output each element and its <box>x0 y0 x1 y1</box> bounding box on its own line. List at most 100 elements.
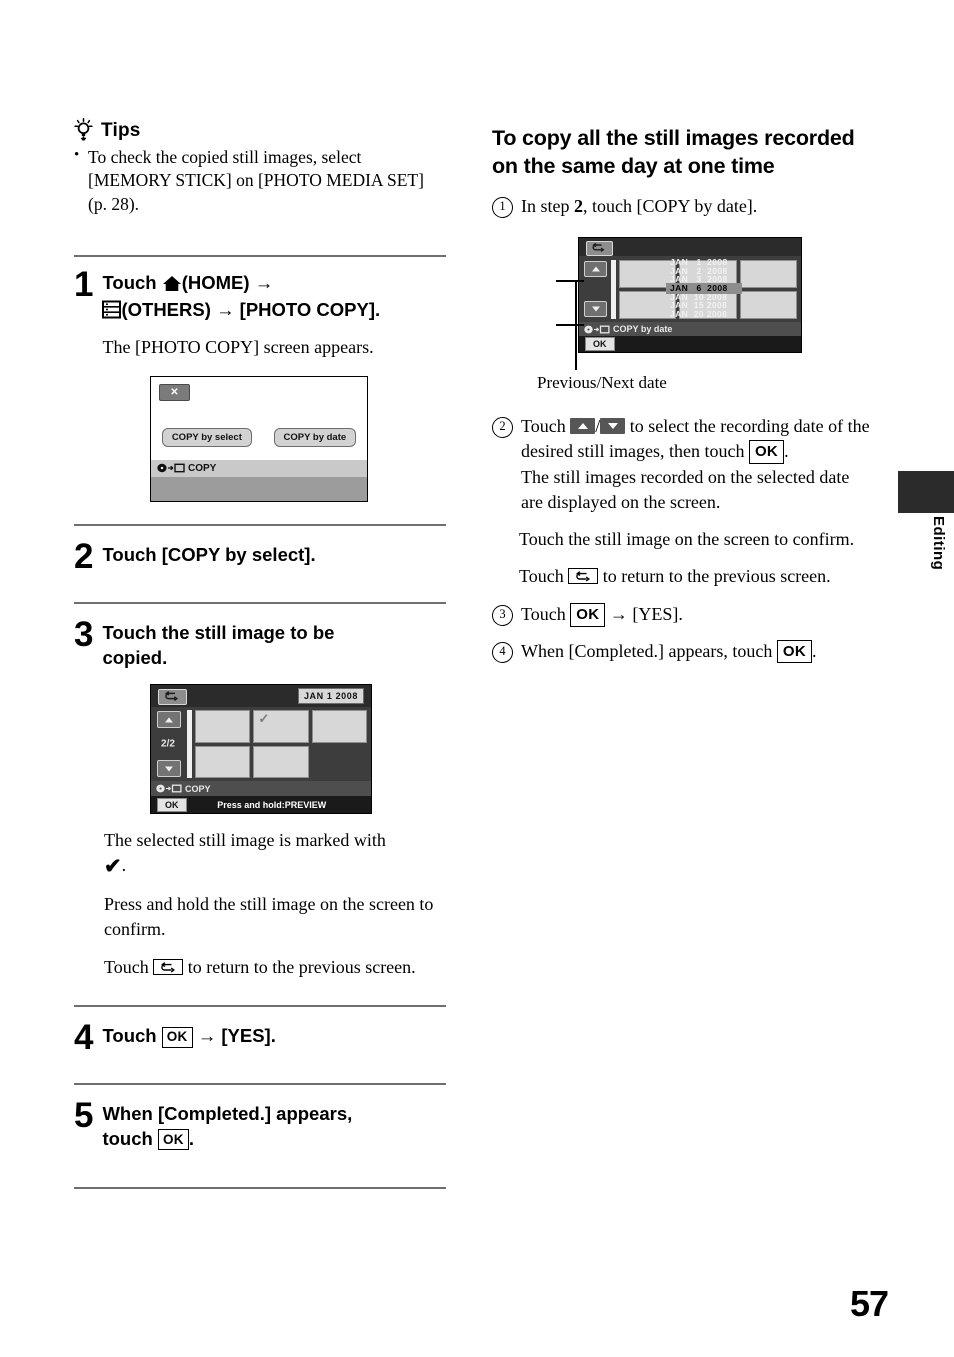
right-item-1-post: , touch [COPY by date]. <box>583 196 758 217</box>
step-3-para-2: Press and hold the still image on the sc… <box>104 893 434 939</box>
right-item-3-post: [YES]. <box>632 604 683 625</box>
step-5-heading: When [Completed.] appears, touch OK. <box>102 1102 446 1151</box>
arrow-glyph-2: → <box>216 299 235 321</box>
tips-header: Tips <box>74 118 446 142</box>
thumbnail-cell[interactable] <box>739 260 797 289</box>
section-heading-line2: on the same day at one time <box>492 153 775 178</box>
ok-button-glyph: OK <box>161 1026 193 1048</box>
others-icon <box>102 300 122 325</box>
section-divider-6 <box>74 1187 446 1190</box>
screen-thumbnail-grid: JAN 1 2008 2/2 ✓ COPY OK Press and hold:… <box>150 684 372 815</box>
right-item-2-text: Touch / to select the recording date of … <box>521 414 870 515</box>
right-item-3: 3 Touch OK → [YES]. <box>492 602 870 627</box>
circled-number: 4 <box>492 641 513 663</box>
circled-number: 3 <box>492 605 513 627</box>
right-item-2-dot: . <box>784 441 789 462</box>
right-item-1: 1 In step 2, touch [COPY by date]. <box>492 194 870 219</box>
step-number: 5 <box>74 1096 94 1136</box>
triangle-up-icon[interactable] <box>584 261 607 278</box>
screen-photo-copy-statusbar: COPY <box>151 459 367 477</box>
ok-button-glyph: OK <box>748 440 785 464</box>
ok-button[interactable]: OK <box>585 337 615 352</box>
step-1-description: The [PHOTO COPY] screen appears. <box>102 336 374 357</box>
triangle-down-icon[interactable] <box>584 301 607 318</box>
circled-number: 1 <box>492 197 513 219</box>
leader-line-up <box>556 280 584 283</box>
step-2: 2 Touch [COPY by select]. <box>74 539 446 574</box>
arrow-glyph: → <box>254 271 274 293</box>
screen-grid-statusbar: COPY <box>151 781 371 797</box>
step-3-para-3: Touch to return to the previous screen. <box>104 955 446 980</box>
thumbnail-cell[interactable] <box>195 710 251 743</box>
right-item-3-text: Touch OK → [YES]. <box>521 602 870 627</box>
page-indicator: 2/2 <box>161 738 175 750</box>
screen-grid-status-label: COPY <box>185 783 211 794</box>
date-badge: JAN 1 2008 <box>297 688 364 705</box>
step-number: 4 <box>74 1018 94 1058</box>
circled-number: 2 <box>492 417 513 439</box>
step-1-touch-label: Touch <box>102 271 162 293</box>
copy-by-select-button[interactable]: COPY by select <box>161 427 252 447</box>
side-tab-label: Editing <box>930 516 947 571</box>
thumbnail-cell[interactable] <box>311 710 367 743</box>
copy-by-date-button[interactable]: COPY by date <box>273 427 357 447</box>
thumbnail-cell-selected[interactable]: ✓ <box>253 710 309 743</box>
screen-grid-left-rail: 2/2 <box>151 707 185 781</box>
preview-hint-label: Press and hold:PREVIEW <box>217 799 327 810</box>
step-5-line2-pre: touch <box>102 1127 158 1149</box>
right-item-4-pre: When [Completed.] appears, touch <box>521 640 777 661</box>
right-item-4-text: When [Completed.] appears, touch OK. <box>521 639 870 664</box>
ok-button-glyph: OK <box>776 639 813 664</box>
step-4-post: [YES]. <box>221 1025 276 1047</box>
step-3-heading: Touch the still image to be copied. <box>102 621 446 670</box>
screen-date-left-rail <box>579 256 609 323</box>
step-5-line2-post: . <box>188 1127 194 1149</box>
ok-button[interactable]: OK <box>157 797 187 812</box>
scrollbar[interactable] <box>187 710 192 779</box>
thumbnail-cell-empty <box>312 746 367 779</box>
return-icon[interactable] <box>158 689 187 706</box>
screen-date-statusbar: COPY by date <box>579 322 801 337</box>
right-item-3-pre: Touch <box>521 604 571 625</box>
step-1-photocopy-label: [PHOTO COPY]. <box>239 299 381 321</box>
step-3-para-3-post: to return to the previous screen. <box>183 957 416 978</box>
arrow-glyph: → <box>609 604 628 625</box>
right-para-return-pre: Touch <box>519 566 569 587</box>
thumbnail-cell[interactable] <box>195 745 251 779</box>
lightbulb-icon <box>74 118 93 142</box>
section-heading-line1: To copy all the still images recorded <box>492 126 855 150</box>
step-4-pre: Touch <box>102 1025 162 1047</box>
screen-photo-copy-footer <box>151 476 367 501</box>
disc-to-memorystick-icon <box>157 463 185 473</box>
screen-copy-by-date: JAN 1 2008 JAN 2 2008 JAN 3 2008 JAN 6 2… <box>578 237 802 354</box>
disc-to-memorystick-icon <box>584 325 610 334</box>
date-list-item[interactable]: JAN 20 2008 <box>667 310 741 319</box>
leader-line-down <box>556 324 584 327</box>
screen-grid-bottombar: OK Press and hold:PREVIEW <box>151 796 371 814</box>
side-tab-block <box>898 471 954 513</box>
return-icon[interactable] <box>586 241 613 257</box>
return-icon <box>153 959 184 976</box>
step-1-heading: Touch (HOME) → (OTHERS) → [PHOTO COPY]. <box>102 271 446 326</box>
section-divider-4 <box>74 1005 446 1008</box>
thumbnail-cell[interactable] <box>253 745 309 779</box>
thumbnail-cell[interactable] <box>739 291 797 320</box>
right-para-confirm: Touch the still image on the screen to c… <box>519 528 855 549</box>
triangle-down-icon[interactable] <box>157 760 181 778</box>
step-3: 3 Touch the still image to be copied. <box>74 617 446 670</box>
right-item-4: 4 When [Completed.] appears, touch OK. <box>492 639 870 664</box>
ok-button-glyph: OK <box>157 1129 189 1151</box>
right-item-1-text: In step 2, touch [COPY by date]. <box>521 194 870 219</box>
step-5: 5 When [Completed.] appears, touch OK. <box>74 1096 446 1151</box>
screen-date-status-label: COPY by date <box>613 324 673 335</box>
screen-date-bottombar: OK <box>579 336 801 353</box>
triangle-up-icon <box>570 418 596 435</box>
scrollbar[interactable] <box>611 260 616 320</box>
screen-photo-copy-status-label: COPY <box>188 462 217 474</box>
section-divider-5 <box>74 1083 446 1086</box>
step-4: 4 Touch OK → [YES]. <box>74 1018 446 1058</box>
checkmark-icon: ✓ <box>258 711 270 727</box>
triangle-up-icon[interactable] <box>157 711 181 729</box>
step-3-line1: Touch the still image to be <box>102 622 335 644</box>
close-icon[interactable]: ✕ <box>159 383 190 401</box>
